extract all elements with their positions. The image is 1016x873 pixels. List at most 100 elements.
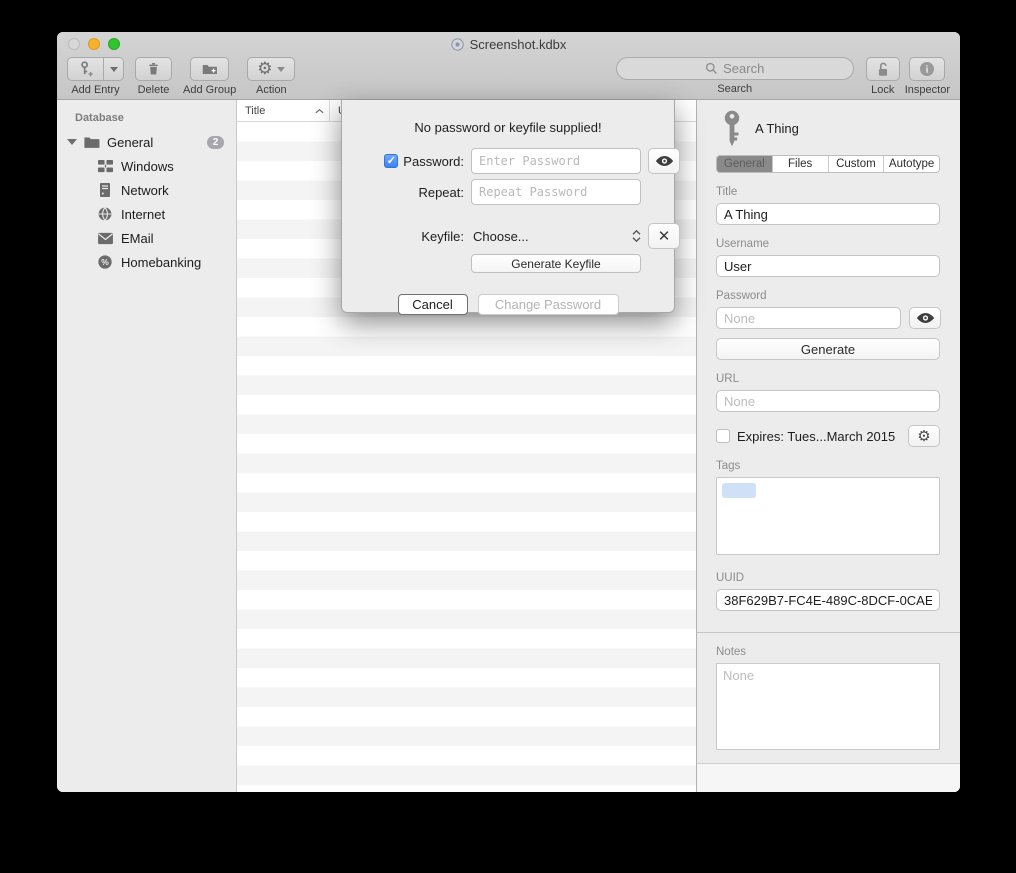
title-field[interactable] [716, 203, 940, 225]
inspector-scroll: A Thing General Files Custom Autotype Ti… [697, 100, 960, 763]
username-field[interactable] [716, 255, 940, 277]
expires-row: Expires: Tues...March 2015 ⚙ [716, 425, 940, 447]
expires-options-button[interactable]: ⚙ [908, 425, 940, 447]
enter-password-field[interactable] [471, 148, 641, 174]
tab-custom[interactable]: Custom [829, 156, 885, 172]
action-button[interactable]: ⚙ [247, 57, 295, 81]
percent-circle-icon: % [96, 253, 114, 271]
tags-field[interactable] [716, 477, 940, 555]
inspector-button[interactable]: i [909, 57, 945, 81]
sidebar-item-label: Homebanking [121, 255, 201, 270]
open-padlock-icon [874, 60, 892, 79]
tags-label: Tags [716, 460, 940, 472]
password-label: Password: [403, 154, 464, 169]
lock-item: Lock [866, 57, 900, 96]
search-icon [705, 62, 718, 75]
gear-icon: ⚙ [257, 61, 272, 78]
username-label: Username [716, 238, 940, 250]
app-window: Screenshot.kdbx Add Entry Delete [57, 32, 960, 792]
delete-button[interactable] [135, 57, 172, 81]
keyfile-label: Keyfile: [360, 229, 464, 244]
search-placeholder: Search [723, 61, 764, 76]
change-password-button[interactable]: Change Password [478, 294, 619, 315]
add-group-item: Add Group [183, 57, 236, 96]
toolbar-right: Search Search Lock i Inspector [616, 57, 950, 96]
tab-autotype[interactable]: Autotype [884, 156, 939, 172]
add-group-button[interactable] [190, 57, 229, 81]
document-proxy-icon [451, 38, 464, 51]
key-plus-icon [77, 60, 94, 78]
sidebar-item-general[interactable]: General 2 [57, 130, 236, 154]
trash-icon [145, 60, 162, 78]
tab-files[interactable]: Files [773, 156, 829, 172]
add-entry-dropdown[interactable] [104, 57, 124, 81]
inspector-footer [697, 763, 960, 792]
url-label: URL [716, 373, 940, 385]
key-icon [722, 110, 742, 147]
chevron-down-icon [110, 67, 118, 72]
password-checkbox[interactable]: ✓ [384, 154, 398, 168]
gear-icon: ⚙ [917, 429, 930, 444]
uuid-field[interactable] [716, 589, 940, 611]
delete-label: Delete [138, 84, 170, 96]
repeat-password-field[interactable] [471, 179, 641, 205]
generate-keyfile-button[interactable]: Generate Keyfile [471, 254, 641, 273]
column-header-title[interactable]: Title [237, 100, 330, 121]
inspector-panel: A Thing General Files Custom Autotype Ti… [696, 100, 960, 792]
generate-password-button[interactable]: Generate [716, 338, 940, 360]
sheet-message: No password or keyfile supplied! [342, 120, 674, 135]
envelope-icon [96, 229, 114, 247]
tab-general[interactable]: General [717, 156, 773, 172]
svg-text:i: i [926, 65, 929, 76]
sidebar-item-windows[interactable]: Windows [57, 154, 236, 178]
add-entry-label: Add Entry [71, 84, 119, 96]
sort-ascending-icon [315, 108, 324, 114]
entry-header: A Thing [716, 106, 940, 150]
sidebar-item-homebanking[interactable]: % Homebanking [57, 250, 236, 274]
add-entry-button[interactable] [67, 57, 104, 81]
sidebar-item-label: EMail [121, 231, 154, 246]
info-circle-icon: i [918, 60, 936, 78]
sidebar-item-internet[interactable]: Internet [57, 202, 236, 226]
change-password-sheet: No password or keyfile supplied! ✓ Passw… [341, 100, 675, 313]
sidebar-item-network[interactable]: Network [57, 178, 236, 202]
chevron-down-icon [277, 67, 285, 72]
action-item: ⚙ Action [247, 57, 295, 96]
keyfile-popup[interactable]: Choose... [471, 229, 641, 244]
password-field[interactable] [716, 307, 901, 329]
notes-field[interactable] [716, 663, 940, 750]
disclosure-triangle-icon[interactable] [65, 139, 79, 145]
clear-keyfile-button[interactable]: ✕ [648, 223, 680, 249]
cancel-button[interactable]: Cancel [398, 294, 468, 315]
reveal-password-button[interactable] [648, 148, 680, 174]
window-titlebar: Screenshot.kdbx [57, 36, 960, 53]
url-field[interactable] [716, 390, 940, 412]
inspector-tabs: General Files Custom Autotype [716, 155, 940, 173]
computers-icon [96, 157, 114, 175]
sidebar-header: Database [57, 108, 236, 130]
folder-icon [82, 133, 100, 151]
tag-token[interactable] [722, 483, 756, 498]
password-label-row: ✓ Password: [360, 154, 464, 169]
eye-icon [916, 312, 935, 324]
sidebar-item-label: Network [121, 183, 169, 198]
titlebar-toolbar: Screenshot.kdbx Add Entry Delete [57, 32, 960, 100]
expires-checkbox[interactable] [716, 429, 730, 443]
reveal-password-button[interactable] [909, 307, 941, 329]
svg-text:%: % [101, 257, 109, 267]
notes-label: Notes [716, 646, 940, 658]
delete-item: Delete [135, 57, 172, 96]
search-label: Search [717, 83, 752, 95]
add-group-label: Add Group [183, 84, 236, 96]
uuid-label: UUID [716, 572, 940, 584]
sidebar-item-email[interactable]: EMail [57, 226, 236, 250]
search-item: Search Search [616, 57, 854, 95]
keyfile-value: Choose... [473, 229, 529, 244]
action-label: Action [256, 84, 287, 96]
inspector-label: Inspector [905, 84, 950, 96]
window-title: Screenshot.kdbx [470, 37, 567, 52]
expires-label: Expires: Tues...March 2015 [737, 429, 895, 444]
password-label: Password [716, 290, 940, 302]
search-input[interactable]: Search [616, 57, 854, 80]
lock-button[interactable] [866, 57, 900, 81]
